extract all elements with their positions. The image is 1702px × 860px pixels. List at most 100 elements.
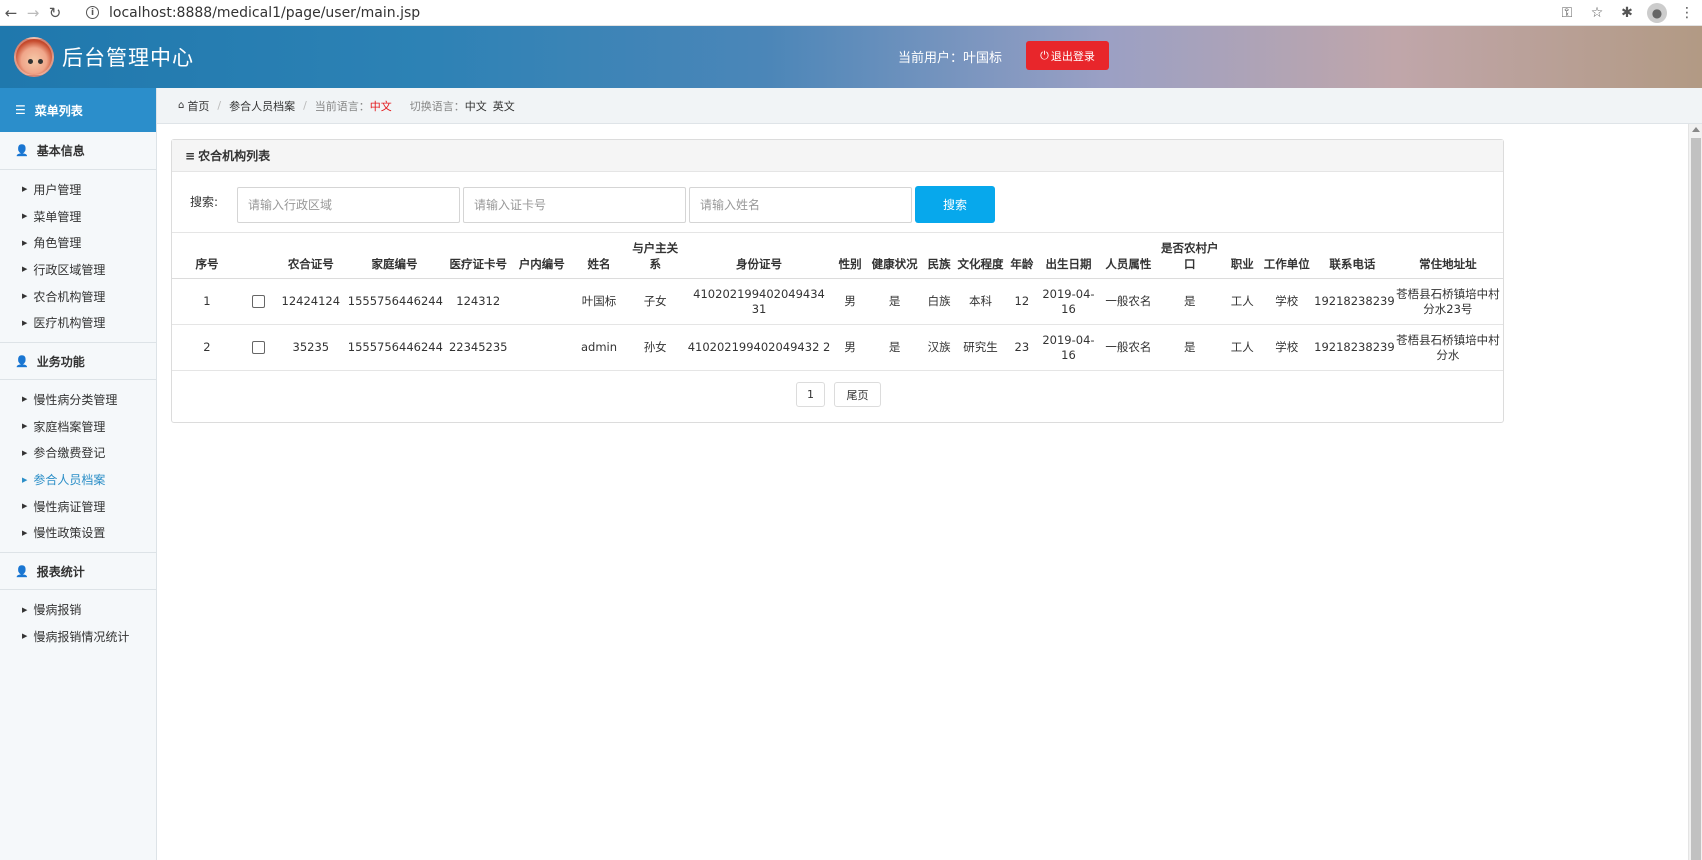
col-header: 农合证号 xyxy=(287,257,334,271)
user-icon: 👤 xyxy=(15,564,29,578)
col-header: 常住地址址 xyxy=(1419,257,1477,271)
sidebar-item-member-archive[interactable]: ▶ 参合人员档案 xyxy=(0,466,156,493)
sidebar-item-label: 用户管理 xyxy=(33,182,82,197)
sidebar-item-label: 农合机构管理 xyxy=(33,289,106,304)
home-icon: ⌂ xyxy=(178,100,185,111)
col-header: 是否农村户口 xyxy=(1161,241,1219,271)
cell-name: admin xyxy=(581,340,618,354)
sidebar-group-basic[interactable]: 👤 基本信息 xyxy=(0,132,156,170)
sidebar-item-chronic-cert[interactable]: ▶ 慢性病证管理 xyxy=(0,493,156,520)
browser-menu-icon[interactable]: ⋮ xyxy=(1672,5,1702,21)
cell-birth-date: 2019-04-16 xyxy=(1042,286,1095,316)
sidebar-item-user-management[interactable]: ▶ 用户管理 xyxy=(0,176,156,203)
sidebar-item-region-management[interactable]: ▶ 行政区域管理 xyxy=(0,256,156,283)
cell-occupation: 工人 xyxy=(1230,294,1254,308)
logo-avatar xyxy=(14,37,54,77)
cell-rural-hukou: 是 xyxy=(1184,340,1196,354)
sidebar-group-business[interactable]: 👤 业务功能 xyxy=(0,342,156,381)
cell-rural-hukou: 是 xyxy=(1184,294,1196,308)
current-user-name: 叶国标 xyxy=(963,51,1003,66)
last-page-button[interactable]: 尾页 xyxy=(834,382,881,407)
table-row: 2 35235 1555756446244 22345235 admin 孙女 … xyxy=(172,325,1503,371)
cell-address: 苍梧县石桥镇培中村分水 xyxy=(1396,332,1500,362)
sidebar-group-reports[interactable]: 👤 报表统计 xyxy=(0,552,156,591)
row-checkbox-cell xyxy=(242,279,276,325)
cell-phone: 19218238239 xyxy=(1314,294,1395,308)
sidebar-item-label: 慢性病证管理 xyxy=(33,499,106,514)
address-bar[interactable]: i localhost:8888/medical1/page/user/main… xyxy=(86,5,420,21)
row-checkbox[interactable] xyxy=(252,295,266,308)
bookmark-star-icon[interactable]: ☆ xyxy=(1582,5,1612,21)
table-header-row: 序号 农合证号 家庭编号 医疗证卡号 户内编号 姓名 与户主关系 身份证号 性别… xyxy=(172,232,1503,279)
cell-household-number xyxy=(513,325,570,371)
sidebar-item-medical-org-management[interactable]: ▶ 医疗机构管理 xyxy=(0,309,156,336)
sidebar-item-label: 家庭档案管理 xyxy=(33,419,106,434)
cell-person-type: 一般农名 xyxy=(1105,294,1152,308)
caret-right-icon: ▶ xyxy=(22,238,28,247)
current-user: 当前用户：叶国标 xyxy=(898,47,1002,66)
key-icon[interactable]: ⚿ xyxy=(1552,5,1582,21)
sidebar-item-label: 慢病报销情况统计 xyxy=(33,629,130,644)
reload-icon[interactable]: ↻ xyxy=(44,2,66,24)
logout-label: 退出登录 xyxy=(1050,49,1095,63)
profile-icon[interactable]: ● xyxy=(1647,3,1667,23)
pagination: 1 尾页 xyxy=(796,382,890,407)
site-info-icon[interactable]: i xyxy=(86,6,99,19)
back-icon[interactable]: ← xyxy=(0,2,22,24)
breadcrumb: ⌂ 首页 / 参合人员档案 / 当前语言： 中文 切换语言： 中文 英文 xyxy=(157,88,1702,124)
cell-education: 研究生 xyxy=(963,340,998,354)
logout-button[interactable]: ⏻ 退出登录 xyxy=(1026,41,1109,70)
sidebar-item-payment-registration[interactable]: ▶ 参合缴费登记 xyxy=(0,440,156,467)
power-icon: ⏻ xyxy=(1040,48,1049,62)
cell-age: 12 xyxy=(1014,294,1030,308)
cell-phone: 19218238239 xyxy=(1314,340,1395,354)
row-checkbox[interactable] xyxy=(252,341,266,354)
current-language-label: 当前语言： xyxy=(314,99,370,113)
page-scrollbar[interactable] xyxy=(1688,124,1702,860)
address-text[interactable]: localhost:8888/medical1/page/user/main.j… xyxy=(109,5,420,21)
scrollbar-thumb[interactable] xyxy=(1691,138,1701,860)
sidebar-item-label: 菜单管理 xyxy=(33,209,82,224)
card-number-search-input[interactable] xyxy=(463,187,686,223)
cell-household-number xyxy=(513,279,570,325)
search-button[interactable]: 搜索 xyxy=(915,186,995,223)
name-search-input[interactable] xyxy=(689,187,912,223)
extensions-icon[interactable]: ✱ xyxy=(1612,5,1642,21)
sidebar-item-menu-management[interactable]: ▶ 菜单管理 xyxy=(0,203,156,230)
page-1-button[interactable]: 1 xyxy=(796,382,825,407)
sidebar: ☰ 菜单列表 👤 基本信息 ▶ 用户管理 ▶ 菜单管理 ▶ 角色管理 ▶ 行政区域管理 … xyxy=(0,88,157,860)
cell-age: 23 xyxy=(1014,340,1030,354)
region-search-input[interactable] xyxy=(237,187,460,223)
col-header: 医疗证卡号 xyxy=(449,257,507,271)
sidebar-item-role-management[interactable]: ▶ 角色管理 xyxy=(0,229,156,256)
cell-ethnicity: 白族 xyxy=(927,294,951,308)
cell-gender: 男 xyxy=(844,340,856,354)
cell-id-number: 410202199402049434 31 xyxy=(693,286,825,316)
sidebar-item-family-archive[interactable]: ▶ 家庭档案管理 xyxy=(0,413,156,440)
col-header: 年龄 xyxy=(1010,257,1034,271)
col-header: 工作单位 xyxy=(1263,257,1310,271)
caret-right-icon: ▶ xyxy=(22,292,28,301)
caret-right-icon: ▶ xyxy=(22,265,28,274)
breadcrumb-home[interactable]: 首页 xyxy=(187,98,209,114)
breadcrumb-current: 参合人员档案 xyxy=(229,99,296,113)
app-title: 后台管理中心 xyxy=(62,46,194,70)
lang-option-chinese[interactable]: 中文 xyxy=(465,98,487,114)
search-label: 搜索: xyxy=(190,195,219,209)
cell-ncms-id: 12424124 xyxy=(281,294,341,308)
lang-option-english[interactable]: 英文 xyxy=(493,98,515,114)
forward-icon[interactable]: → xyxy=(22,2,44,24)
panel-title: 农合机构列表 xyxy=(198,149,271,163)
sidebar-item-chronic-category[interactable]: ▶ 慢性病分类管理 xyxy=(0,386,156,413)
caret-right-icon: ▶ xyxy=(22,395,28,404)
search-bar: 搜索: 搜索 xyxy=(172,172,1503,232)
sidebar-item-ncms-org-management[interactable]: ▶ 农合机构管理 xyxy=(0,283,156,310)
col-header: 出生日期 xyxy=(1045,257,1092,271)
sidebar-item-chronic-reimbursement[interactable]: ▶ 慢病报销 xyxy=(0,596,156,623)
sidebar-item-reimbursement-stats[interactable]: ▶ 慢病报销情况统计 xyxy=(0,623,156,650)
scroll-up-icon[interactable] xyxy=(1692,127,1700,132)
menu-header: ☰ 菜单列表 xyxy=(0,88,156,132)
sidebar-item-label: 慢病报销 xyxy=(33,603,82,618)
cell-education: 本科 xyxy=(969,294,992,308)
sidebar-item-chronic-policy[interactable]: ▶ 慢性政策设置 xyxy=(0,520,156,547)
